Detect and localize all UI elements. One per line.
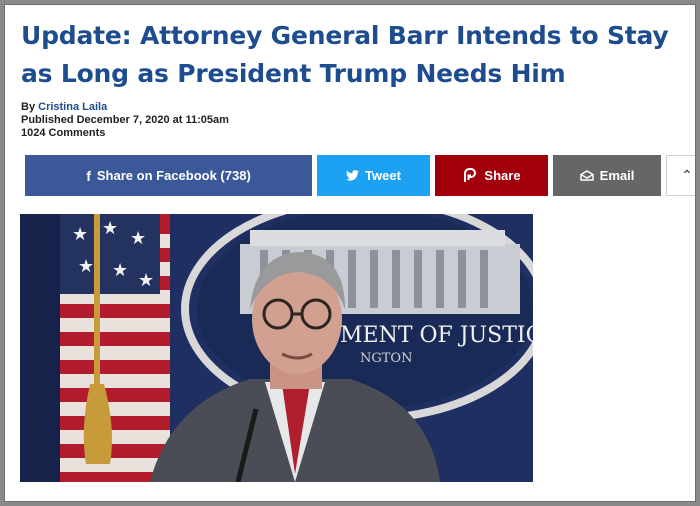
- article-photo[interactable]: ★ ★ ★ ★ ★ ★ MENT OF JUSTI NGTON: [20, 214, 533, 482]
- share-twitter-label: Tweet: [365, 168, 401, 183]
- share-email-button[interactable]: Email: [553, 155, 661, 196]
- share-parler-button[interactable]: Share: [435, 155, 548, 196]
- comments-count[interactable]: 1024 Comments: [21, 127, 229, 140]
- svg-text:★: ★: [72, 224, 88, 244]
- share-facebook-button[interactable]: f Share on Facebook (738): [25, 155, 312, 196]
- article-meta: By Cristina Laila Published December 7, …: [21, 101, 229, 140]
- share-email-label: Email: [599, 168, 635, 183]
- more-share-button[interactable]: ⌃: [666, 155, 695, 196]
- chevron-up-icon: ⌃: [681, 167, 693, 183]
- share-parler-label: Share: [484, 168, 521, 183]
- article-frame: Update: Attorney General Barr Intends to…: [4, 4, 696, 502]
- share-twitter-button[interactable]: Tweet: [317, 155, 430, 196]
- svg-text:★: ★: [138, 270, 154, 290]
- parler-icon: [462, 167, 478, 185]
- svg-text:★: ★: [130, 228, 146, 248]
- envelope-icon: [579, 169, 594, 183]
- seal-text-line1: MENT OF JUSTICE: [340, 323, 533, 348]
- facebook-icon: f: [86, 167, 91, 184]
- author-link[interactable]: Cristina Laila: [38, 101, 107, 113]
- svg-text:★: ★: [102, 218, 118, 238]
- article-headline[interactable]: Update: Attorney General Barr Intends to…: [21, 17, 691, 93]
- seal-text-line2: NGTON: [360, 351, 412, 366]
- byline: By Cristina Laila: [21, 101, 229, 114]
- share-facebook-label: Share on Facebook (738): [96, 168, 251, 183]
- svg-text:★: ★: [78, 256, 94, 276]
- flag-graphic: ★ ★ ★ ★ ★ ★: [60, 214, 170, 482]
- svg-text:★: ★: [112, 260, 128, 280]
- twitter-icon: [346, 169, 360, 183]
- byline-prefix: By: [21, 101, 39, 113]
- published-date: Published December 7, 2020 at 11:05am: [21, 114, 229, 126]
